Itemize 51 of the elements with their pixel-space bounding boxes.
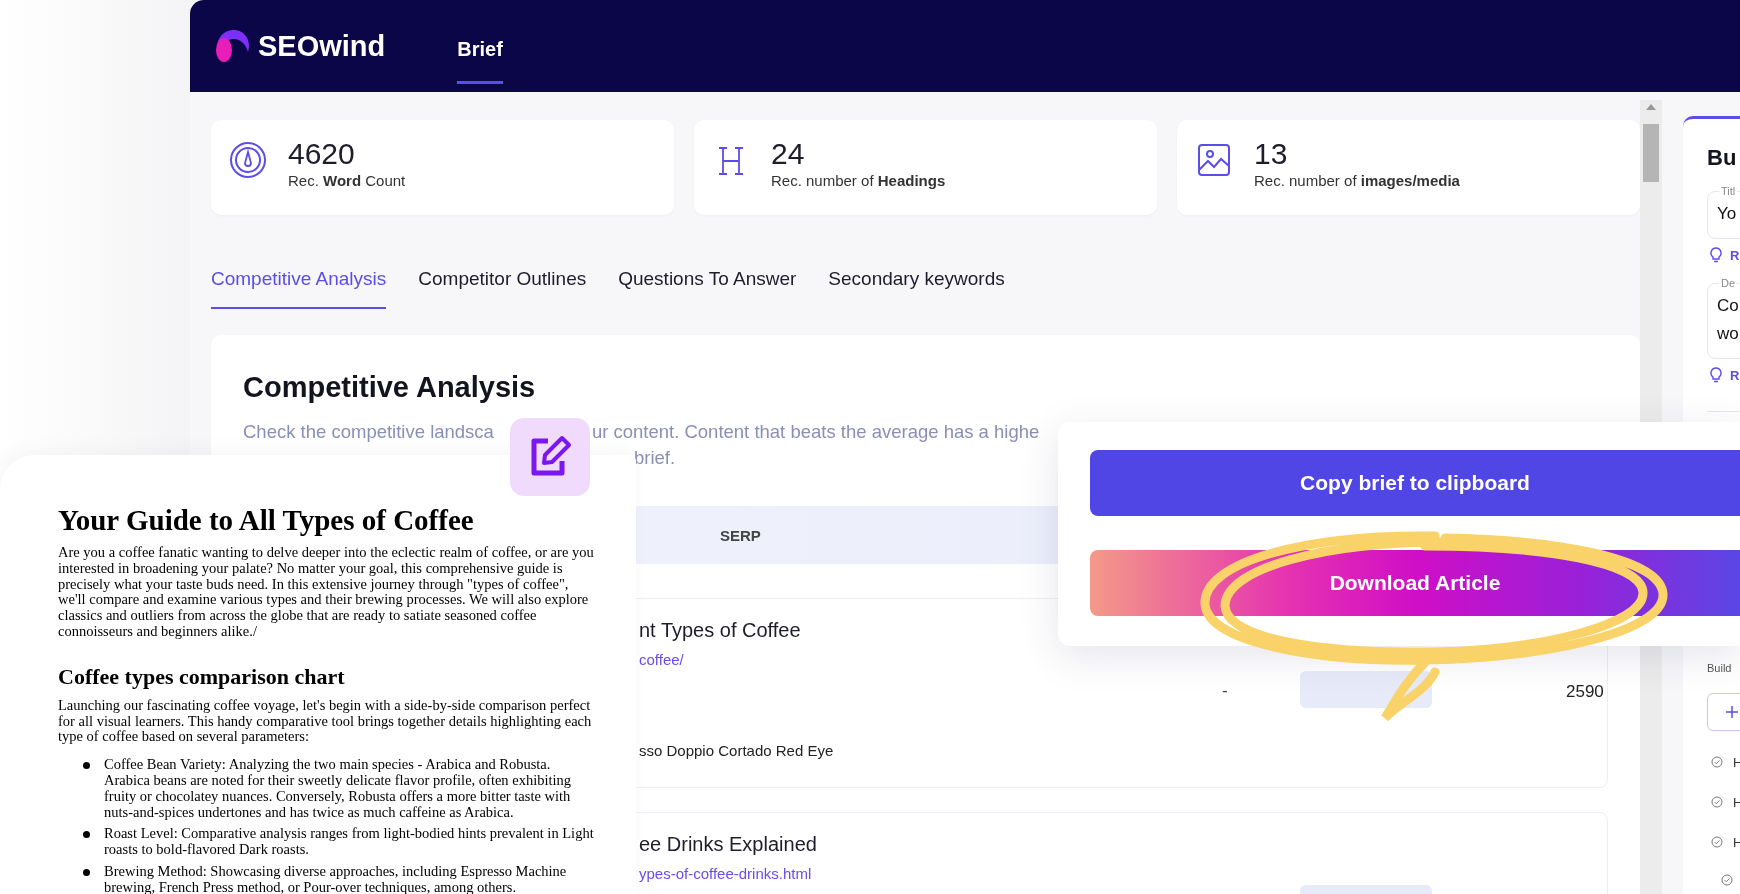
stat-label: Rec. Word Count — [288, 171, 406, 189]
stat-value: 4620 — [288, 136, 356, 171]
logo-text: SEOwind — [258, 29, 386, 63]
article-paragraph: Launching our fascinating coffee voyage, let's begin with a side-by-side comparison perfect for all visual learners. This handy comparative tool brings together details highlighting each type of coffee based on several parameters: — [58, 697, 593, 746]
result-title: nt Types of Coffee — [639, 619, 802, 642]
nav-tab[interactable]: Brief — [457, 16, 503, 84]
column-header: SERP — [720, 526, 761, 544]
stat-label: Rec. number of Headings — [771, 171, 946, 189]
scroll-thumb[interactable] — [1643, 124, 1659, 182]
stat-value: 24 — [771, 136, 806, 171]
description-text: ur content. Content that beats the average has a highe — [591, 421, 1040, 443]
bullet-icon — [83, 762, 90, 770]
stat-label: Rec. number of images/media — [1254, 171, 1460, 189]
table-cell: 2590 — [1566, 682, 1604, 702]
scroll-up-icon[interactable] — [1646, 104, 1656, 110]
tab[interactable]: Competitor Outlines — [418, 262, 587, 309]
field-label: Titl — [1719, 185, 1738, 197]
bullet-text: Roast Level: Comparative analysis ranges from light-bodied hints prevalent in Light roasts to bold-flavored Dark roasts. — [104, 826, 595, 858]
result-title: ee Drinks Explained — [639, 833, 818, 856]
bullet-text: Brewing Method: Showcasing diverse approaches, including Espresso Machine brewing, French Press method, or Pour-over techniques, among others. — [104, 863, 568, 894]
result-link[interactable]: coffee/ — [639, 651, 1199, 668]
action-button[interactable]: Copy brief to clipboard — [1090, 450, 1740, 516]
bullet-icon — [83, 868, 90, 876]
bullet-icon — [83, 831, 90, 839]
description-text: Check the competitive landsca — [243, 421, 494, 443]
panel-title: Bu — [1707, 145, 1738, 171]
gauge-icon — [228, 139, 268, 180]
article-paragraph: Are you a coffee fanatic wanting to delve deeper into the eclectic realm of coffee, or are you interested in broadening your palate? No matter your goal, this comprehensive guide is precisely what your taste buds need. In this extensive journey through "types of coffee", we'll compare and examine various types and their brewing processes. We will also explore classics and outliers from across the globe that are ready to satiate seasoned coffee connoisseurs and beginners alike./ — [58, 545, 595, 640]
stat-value: 13 — [1254, 136, 1289, 171]
hint-link[interactable]: R — [1730, 367, 1740, 383]
check-circle-icon — [1711, 756, 1723, 768]
build-label: Build — [1707, 662, 1733, 674]
bullet-text: Coffee Bean Variety: Analyzing the two main species - Arabica and Robusta. Arabica beans are noted for their sweetly delicate flavor profile, often exhibiting fruity or chocolatey nuances. Conversely, Robusta offers a more bitter taste with nuts-and-spices undertones and has twice as much caffeine as Arabica. — [104, 757, 573, 821]
article-title: Your Guide to All Types of Coffee — [58, 504, 475, 537]
hint-link[interactable]: R — [1730, 247, 1740, 263]
check-circle-icon — [1711, 796, 1723, 808]
edit-badge[interactable] — [510, 418, 590, 496]
table-cell: - — [1222, 681, 1228, 701]
article-heading: Coffee types comparison chart — [58, 663, 346, 690]
tab[interactable]: Competitive Analysis — [211, 262, 387, 309]
check-circle-icon — [1721, 874, 1733, 886]
tab[interactable]: Questions To Answer — [618, 262, 797, 309]
lightbulb-icon — [1710, 367, 1722, 383]
tab[interactable]: Secondary keywords — [828, 262, 1005, 309]
section-title: Competitive Analysis — [243, 371, 537, 404]
check-circle-icon — [1711, 836, 1723, 848]
field-label: De — [1719, 277, 1738, 289]
keywords-text: sso Doppio Cortado Red Eye — [639, 742, 835, 759]
result-link[interactable]: ypes-of-coffee-drinks.html — [639, 865, 1199, 882]
description-text: brief. — [634, 447, 676, 468]
lightbulb-icon — [1710, 247, 1722, 263]
